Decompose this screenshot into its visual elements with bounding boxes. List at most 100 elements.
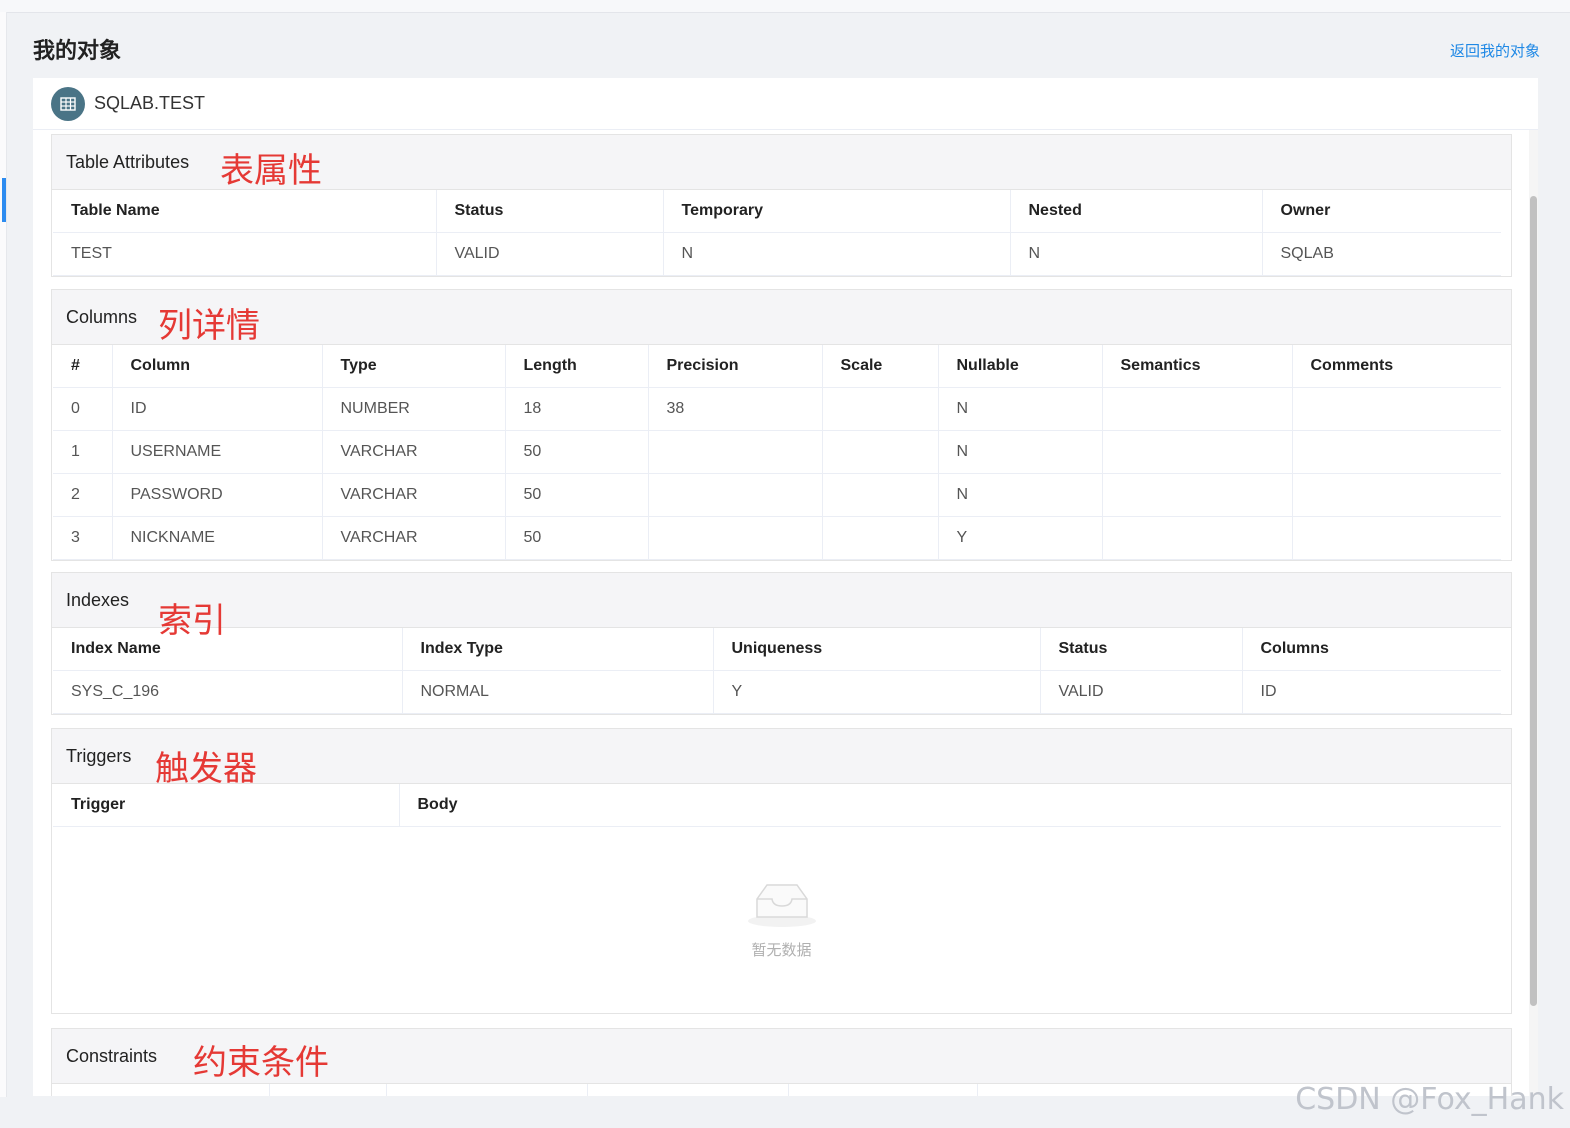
table-cell: 0 — [53, 387, 113, 431]
back-to-my-objects-link[interactable]: 返回我的对象 — [1450, 40, 1540, 61]
table-cell — [1292, 516, 1501, 560]
object-header: SQLAB.TEST — [33, 78, 1538, 130]
column-header: Length — [505, 345, 649, 388]
table-cell: VALID — [1040, 670, 1243, 714]
table-header-row: Trigger Body — [53, 784, 1501, 827]
table-cell: TEST — [53, 232, 437, 276]
table-cell — [1292, 387, 1501, 431]
constraints-panel: Constraints 约束条件 — [51, 1028, 1512, 1096]
table-cell: 18 — [505, 387, 649, 431]
table-cell — [822, 473, 939, 517]
constraints-annotation: 约束条件 — [193, 1043, 329, 1083]
table-attributes-title: Table Attributes — [66, 152, 190, 172]
column-header: Body — [399, 784, 1501, 827]
columns-title: Columns — [66, 307, 138, 327]
watermark: CSDN @Fox_Hank — [1295, 1082, 1564, 1117]
constraints-table-edge — [52, 1084, 1511, 1096]
scrollbar-thumb[interactable] — [1530, 196, 1537, 1006]
table-cell: SQLAB — [1262, 232, 1501, 276]
sidebar-active-indicator — [2, 178, 6, 222]
table-cell: N — [938, 430, 1103, 474]
table-cell — [822, 516, 939, 560]
table-icon — [51, 87, 85, 121]
triggers-table: Trigger Body — [53, 784, 1501, 827]
page-title: 我的对象 — [33, 38, 122, 63]
column-header: Status — [436, 190, 664, 233]
object-name: SQLAB.TEST — [94, 93, 206, 113]
table-cell: 50 — [505, 516, 649, 560]
column-header: Precision — [648, 345, 823, 388]
table-cell: NUMBER — [322, 387, 506, 431]
column-header: Owner — [1262, 190, 1501, 233]
table-cell — [1102, 516, 1293, 560]
triggers-title: Triggers — [66, 746, 132, 766]
column-header: Index Name — [53, 628, 403, 671]
indexes-title: Indexes — [66, 590, 130, 610]
columns-panel: Columns 列详情 # Column Type Length Precisi… — [51, 289, 1512, 561]
table-cell: PASSWORD — [112, 473, 323, 517]
table-cell: 2 — [53, 473, 113, 517]
table-cell: VARCHAR — [322, 430, 506, 474]
constraints-title: Constraints — [66, 1046, 158, 1066]
column-header: Nested — [1010, 190, 1263, 233]
empty-state-text: 暂无数据 — [751, 942, 812, 959]
table-header-row: # Column Type Length Precision Scale Nul… — [53, 345, 1501, 388]
columns-table: # Column Type Length Precision Scale Nul… — [53, 345, 1501, 560]
table-cell: N — [938, 473, 1103, 517]
table-cell: USERNAME — [112, 430, 323, 474]
table-cell: SYS_C_196 — [53, 670, 403, 714]
table-cell — [1292, 430, 1501, 474]
columns-annotation: 列详情 — [158, 306, 260, 346]
column-header: Status — [1040, 628, 1243, 671]
table-cell — [648, 430, 823, 474]
columns-header: Columns 列详情 — [52, 290, 1511, 346]
triggers-annotation: 触发器 — [155, 749, 257, 789]
table-cell — [1102, 387, 1293, 431]
empty-inbox-icon — [748, 884, 816, 927]
table-cell: 3 — [53, 516, 113, 560]
table-cell: VARCHAR — [322, 516, 506, 560]
table-cell — [822, 387, 939, 431]
table-attributes-table: Table Name Status Temporary Nested Owner… — [53, 190, 1501, 276]
table-cell: ID — [1242, 670, 1501, 714]
table-cell — [1102, 430, 1293, 474]
column-header: Table Name — [53, 190, 437, 233]
table-cell: NORMAL — [402, 670, 714, 714]
table-attributes-panel: Table Attributes 表属性 Table Name Status T… — [51, 134, 1512, 277]
table-cell — [648, 473, 823, 517]
column-header: Column — [112, 345, 323, 388]
indexes-table: Index Name Index Type Uniqueness Status … — [53, 628, 1501, 714]
constraints-header: Constraints 约束条件 — [52, 1029, 1511, 1084]
table-cell: NICKNAME — [112, 516, 323, 560]
column-header: Index Type — [402, 628, 714, 671]
column-header: Temporary — [663, 190, 1011, 233]
column-header: Uniqueness — [713, 628, 1041, 671]
table-cell: ID — [112, 387, 323, 431]
object-detail-container: SQLAB.TEST Table Attributes 表属性 Table Na… — [33, 78, 1538, 1096]
table-cell — [1292, 473, 1501, 517]
table-cell — [1102, 473, 1293, 517]
table-row: TEST VALID N N SQLAB — [53, 232, 1501, 276]
table-header-row: Index Name Index Type Uniqueness Status … — [53, 628, 1501, 671]
table-row: 2 PASSWORD VARCHAR 50 N — [53, 473, 1501, 517]
left-sidebar-strip — [0, 12, 7, 1097]
table-header-row: Table Name Status Temporary Nested Owner — [53, 190, 1501, 233]
table-cell: N — [938, 387, 1103, 431]
column-header: Scale — [822, 345, 939, 388]
column-header: # — [53, 345, 113, 388]
table-attributes-header: Table Attributes 表属性 — [52, 135, 1511, 191]
table-row: 1 USERNAME VARCHAR 50 N — [53, 430, 1501, 474]
column-header: Nullable — [938, 345, 1103, 388]
table-cell — [822, 430, 939, 474]
column-header: Comments — [1292, 345, 1501, 388]
table-cell: VARCHAR — [322, 473, 506, 517]
table-cell: VALID — [436, 232, 664, 276]
column-header: Type — [322, 345, 506, 388]
table-cell: 50 — [505, 473, 649, 517]
table-cell: 50 — [505, 430, 649, 474]
table-cell: N — [663, 232, 1011, 276]
table-row: 3 NICKNAME VARCHAR 50 Y — [53, 516, 1501, 560]
table-cell: 38 — [648, 387, 823, 431]
table-row: 0 ID NUMBER 18 38 N — [53, 387, 1501, 431]
table-row: SYS_C_196 NORMAL Y VALID ID — [53, 670, 1501, 714]
